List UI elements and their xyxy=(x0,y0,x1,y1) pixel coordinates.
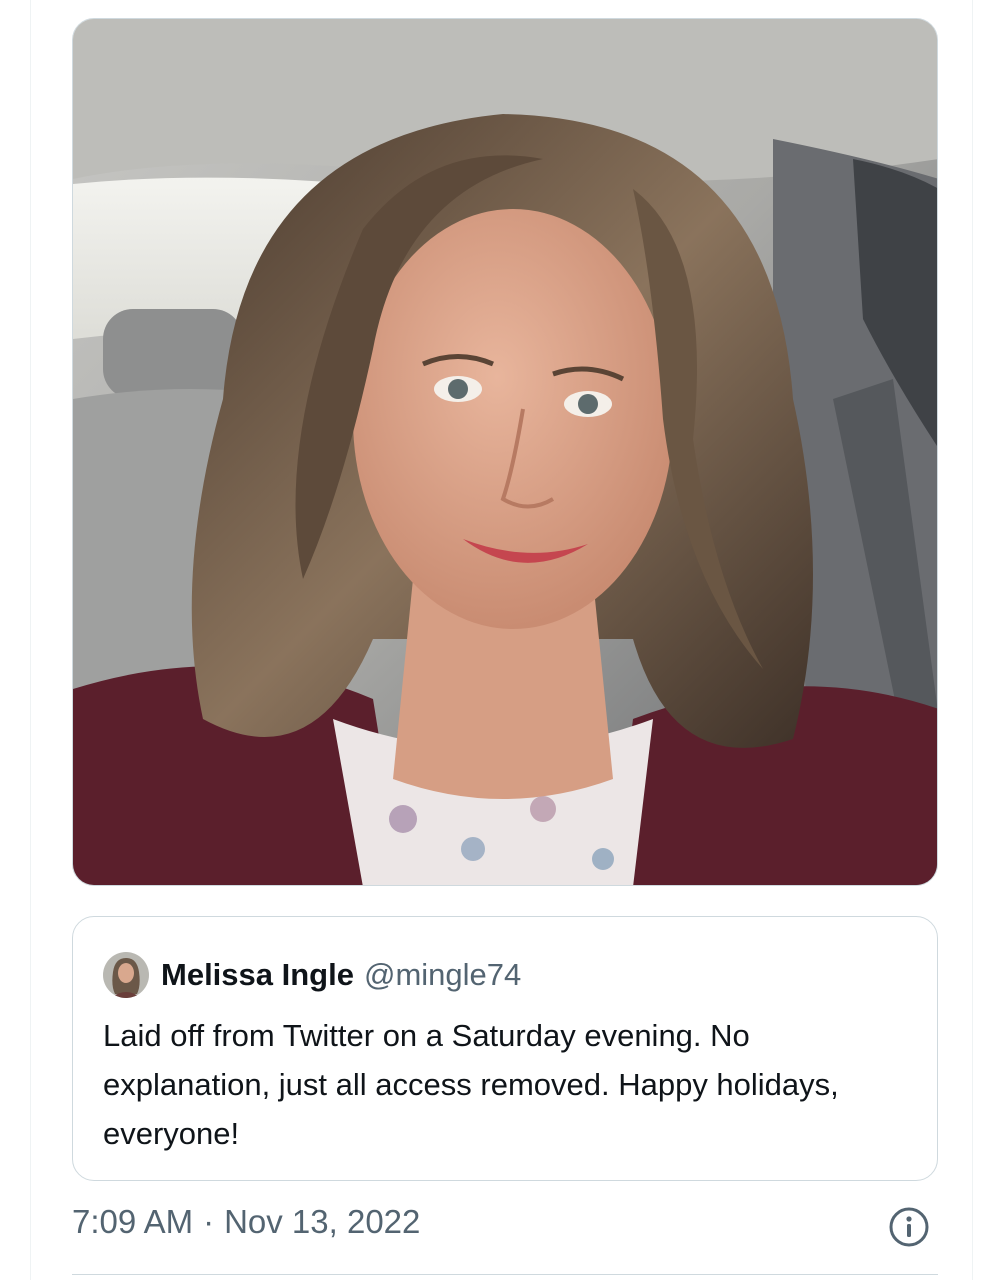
timeline-left-border xyxy=(30,0,31,1280)
tweet-photo[interactable] xyxy=(72,18,938,886)
avatar-image xyxy=(103,952,149,998)
author-handle[interactable]: @mingle74 xyxy=(364,957,521,993)
avatar[interactable] xyxy=(103,952,149,998)
author-name[interactable]: Melissa Ingle xyxy=(161,957,354,993)
quoted-tweet-header: Melissa Ingle @mingle74 xyxy=(103,952,521,998)
quoted-tweet-text: Laid off from Twitter on a Saturday even… xyxy=(103,1018,839,1151)
tweet-time: 7:09 AM xyxy=(72,1203,194,1240)
selfie-image xyxy=(73,19,937,885)
tweet-date: Nov 13, 2022 xyxy=(224,1203,421,1240)
timeline-right-border xyxy=(972,0,973,1280)
divider xyxy=(72,1274,938,1275)
timestamp-separator: · xyxy=(203,1203,215,1240)
quoted-tweet-card[interactable]: Melissa Ingle @mingle74 Laid off from Tw… xyxy=(72,916,938,1181)
tweet-timestamp[interactable]: 7:09 AM · Nov 13, 2022 xyxy=(72,1203,420,1241)
info-icon[interactable] xyxy=(888,1206,930,1248)
